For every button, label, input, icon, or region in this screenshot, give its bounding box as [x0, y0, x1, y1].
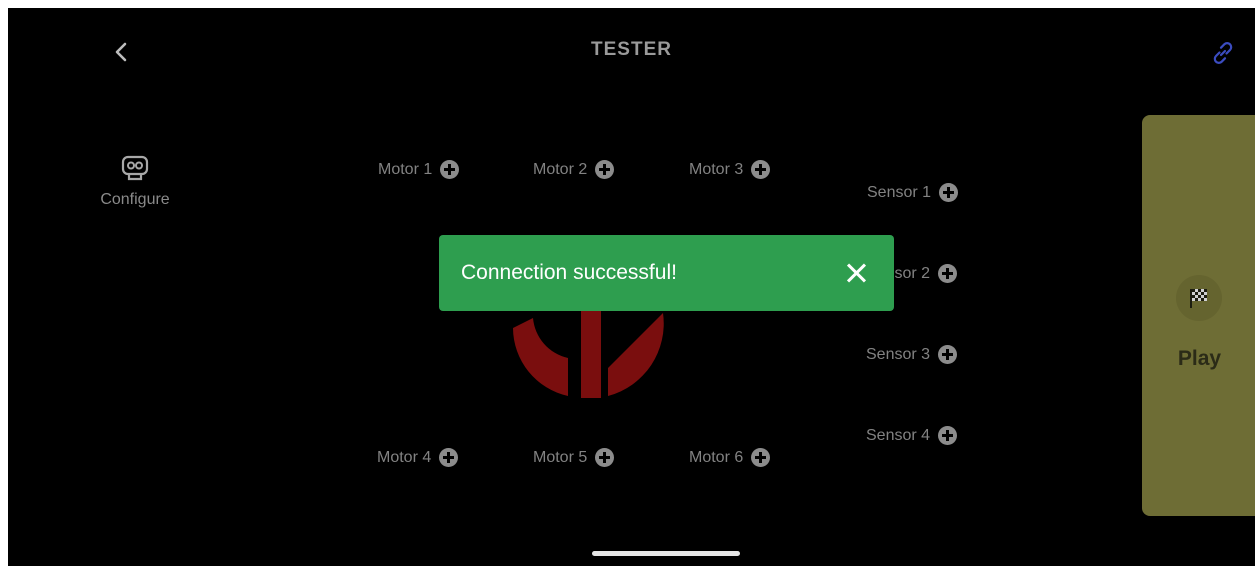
home-indicator[interactable] — [592, 551, 740, 556]
connection-toast: Connection successful! — [439, 235, 894, 311]
configure-button[interactable]: Configure — [88, 153, 182, 209]
motor-3-port[interactable]: Motor 3 — [689, 160, 771, 179]
toast-message: Connection successful! — [461, 261, 677, 284]
sensor-4-label: Sensor 4 — [866, 426, 931, 444]
robot-face-icon — [121, 155, 149, 181]
app-screen: TESTER Configure Motor 1 Motor 2 Motor 3… — [8, 8, 1255, 566]
add-icon — [939, 183, 959, 202]
sensor-1-label: Sensor 1 — [867, 183, 932, 201]
sensor-3-label: Sensor 3 — [866, 345, 931, 363]
motor-6-port[interactable]: Motor 6 — [689, 448, 771, 467]
motor-5-label: Motor 5 — [533, 448, 588, 466]
play-button[interactable]: Play — [1142, 115, 1255, 516]
add-icon — [439, 448, 459, 467]
motor-3-label: Motor 3 — [689, 160, 744, 178]
add-icon — [751, 160, 771, 179]
motor-5-port[interactable]: Motor 5 — [533, 448, 615, 467]
sensor-1-port[interactable]: Sensor 1 — [867, 183, 959, 202]
page-title: TESTER — [591, 39, 672, 60]
close-icon[interactable] — [844, 260, 870, 286]
motor-6-label: Motor 6 — [689, 448, 744, 466]
add-icon — [595, 160, 615, 179]
motor-2-label: Motor 2 — [533, 160, 588, 178]
checkered-flag-icon — [1190, 289, 1207, 308]
configure-label: Configure — [100, 191, 170, 208]
add-icon — [751, 448, 771, 467]
add-icon — [938, 345, 958, 364]
motor-4-label: Motor 4 — [377, 448, 432, 466]
add-icon — [440, 160, 460, 179]
sensor-3-port[interactable]: Sensor 3 — [866, 345, 958, 364]
motor-1-port[interactable]: Motor 1 — [378, 160, 460, 179]
play-icon-badge — [1176, 275, 1222, 321]
motor-2-port[interactable]: Motor 2 — [533, 160, 615, 179]
motor-1-label: Motor 1 — [378, 160, 433, 178]
link-icon — [1213, 42, 1233, 64]
add-icon — [938, 264, 958, 283]
add-icon — [595, 448, 615, 467]
play-label: Play — [1177, 347, 1222, 370]
add-icon — [938, 426, 958, 445]
motor-4-port[interactable]: Motor 4 — [377, 448, 459, 467]
sensor-4-port[interactable]: Sensor 4 — [866, 426, 958, 445]
connection-link-button[interactable] — [1208, 38, 1238, 68]
